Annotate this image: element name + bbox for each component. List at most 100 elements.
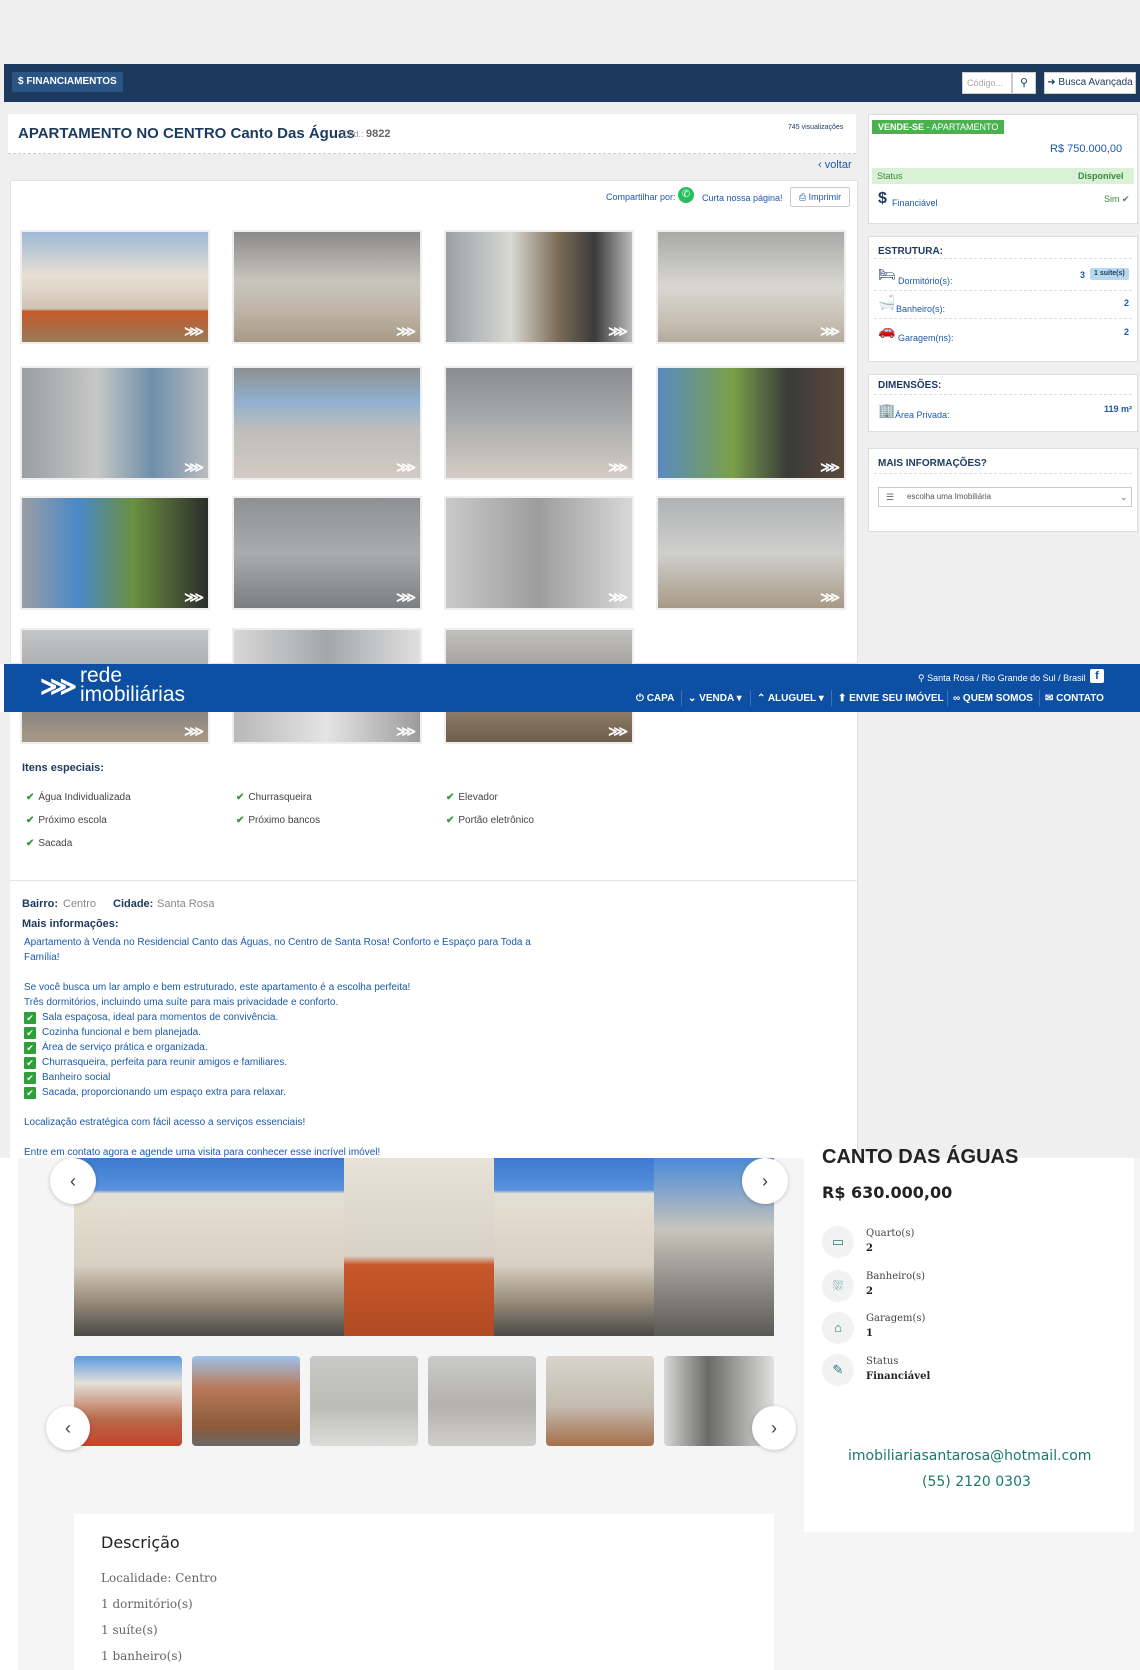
- print-label: Imprimir: [808, 192, 842, 202]
- chevron-right-icon[interactable]: ›: [752, 1406, 796, 1450]
- check-icon: ✔: [26, 792, 35, 803]
- divider: [874, 318, 1132, 319]
- special-item: ✔ Elevador: [446, 792, 498, 803]
- sale-price: R$ 750.000,00: [1050, 143, 1123, 155]
- carousel-thumb[interactable]: [428, 1356, 536, 1446]
- status-value: Disponível: [1078, 171, 1124, 181]
- special-item-label: Portão eletrônico: [458, 815, 534, 826]
- print-button[interactable]: ⎙ Imprimir: [790, 187, 850, 207]
- special-item: ✔ Churrasqueira: [236, 792, 312, 803]
- financiavel-value: Sim ✔: [1104, 194, 1130, 204]
- checkbox-icon: ✔: [24, 1012, 36, 1024]
- status-label: Status: [866, 1356, 899, 1367]
- whatsapp-icon[interactable]: ✆: [678, 187, 694, 203]
- chevron-left-icon[interactable]: ‹: [46, 1406, 90, 1450]
- gallery-photo[interactable]: ⋙: [444, 366, 634, 480]
- logo-mark-icon[interactable]: ⋙: [40, 671, 77, 702]
- imobiliaria-select[interactable]: escolha uma Imobiliária: [878, 487, 1132, 507]
- check-icon: ✔: [26, 815, 35, 826]
- special-item: ✔ Portão eletrônico: [446, 815, 534, 826]
- second-listing-price: R$ 630.000,00: [822, 1183, 953, 1202]
- printer-icon: ⎙: [798, 192, 809, 202]
- expand-icon: ⋙: [396, 723, 416, 739]
- nav-contato[interactable]: ✉ CONTATO: [1045, 693, 1104, 704]
- gallery-photo[interactable]: ⋙: [656, 366, 846, 480]
- share-label: Compartilhar por:: [606, 192, 676, 202]
- logo-text-line2[interactable]: imobiliárias: [80, 684, 185, 706]
- carousel-thumb[interactable]: [546, 1356, 654, 1446]
- nav-venda-label: VENDA ▾: [699, 693, 742, 704]
- description-paragraph: Entre em contato agora e agende uma visi…: [24, 1147, 381, 1158]
- checkbox-icon: ✔: [24, 1072, 36, 1084]
- car-icon: 🚗: [878, 322, 896, 338]
- gallery-photo[interactable]: ⋙: [444, 496, 634, 610]
- gallery-photo[interactable]: [444, 628, 634, 664]
- bed-icon: 🛏: [878, 266, 896, 282]
- gallery-photo[interactable]: ⋙: [20, 366, 210, 480]
- gallery-photo[interactable]: ⋙: [444, 712, 634, 744]
- gallery-photo[interactable]: ⋙: [232, 230, 422, 344]
- description-intro-line2: Família!: [24, 952, 60, 963]
- expand-icon: ⋙: [184, 323, 204, 339]
- busca-avancada-button[interactable]: ➜ Busca Avançada: [1044, 72, 1136, 94]
- description-paragraph: Se você busca um lar amplo e bem estrutu…: [24, 982, 411, 993]
- carousel-thumb[interactable]: [192, 1356, 300, 1446]
- description-check-line: Churrasqueira, perfeita para reunir amig…: [42, 1057, 288, 1068]
- gallery-photo[interactable]: ⋙: [232, 712, 422, 744]
- cidade-label: Cidade:: [113, 898, 154, 910]
- nav-envie-imovel[interactable]: ⬆ ENVIE SEU IMÓVEL: [838, 693, 944, 704]
- divider: [874, 394, 1132, 395]
- bairro-value: Centro: [63, 898, 97, 910]
- search-icon[interactable]: ⚲: [1012, 72, 1036, 94]
- expand-icon: ⋙: [608, 459, 628, 475]
- nav-venda[interactable]: ⌄ VENDA ▾: [688, 693, 742, 704]
- special-items-heading: Itens especiais:: [22, 762, 104, 774]
- gallery-photo[interactable]: ⋙: [232, 366, 422, 480]
- like-page-link[interactable]: Curta nossa página!: [702, 193, 783, 203]
- special-item: ✔ Água Individualizada: [26, 792, 131, 803]
- chevron-down-icon: ⌄: [1120, 492, 1128, 502]
- gallery-photo[interactable]: ⋙: [20, 230, 210, 344]
- dollar-icon: $: [878, 190, 887, 207]
- chevron-left-icon[interactable]: ‹: [50, 1158, 96, 1204]
- power-icon: ⏻: [636, 693, 644, 704]
- nav-separator: [750, 690, 751, 706]
- gallery-photo[interactable]: [20, 628, 210, 664]
- carousel-thumb[interactable]: [310, 1356, 418, 1446]
- codigo-search-input[interactable]: Código...: [962, 72, 1012, 94]
- main-photo[interactable]: [74, 1158, 774, 1336]
- suite-badge: 1 suíte(s): [1090, 268, 1129, 280]
- special-item: ✔ Sacada: [26, 838, 72, 849]
- gallery-photo[interactable]: ⋙: [656, 230, 846, 344]
- dormitorios-value: 3: [1080, 270, 1086, 280]
- garagem-label: Garagem(s): [866, 1313, 926, 1324]
- contact-email[interactable]: imobiliariasantarosa@hotmail.com: [848, 1448, 1091, 1464]
- description-check-line: Cozinha funcional e bem planejada.: [42, 1027, 201, 1038]
- nav-quem-somos[interactable]: ∞ QUEM SOMOS: [953, 693, 1033, 704]
- sidebar-background: [856, 712, 1140, 1158]
- description-item: 1 dormitório(s): [101, 1597, 193, 1611]
- check-icon: ✔: [446, 792, 455, 803]
- back-link[interactable]: ‹ voltar: [818, 159, 852, 171]
- expand-icon: ⋙: [820, 589, 840, 605]
- code-value: 9822: [366, 128, 391, 140]
- nav-aluguel[interactable]: ⌃ ALUGUEL ▾: [757, 693, 824, 704]
- gallery-photo[interactable]: ⋙: [232, 496, 422, 610]
- gallery-photo[interactable]: [232, 628, 422, 664]
- facebook-icon[interactable]: f: [1090, 669, 1104, 683]
- quarto-label: Quarto(s): [866, 1228, 915, 1239]
- gallery-photo[interactable]: ⋙: [656, 496, 846, 610]
- garagem-value: 1: [866, 1328, 873, 1339]
- gallery-photo[interactable]: ⋙: [444, 230, 634, 344]
- nav-capa[interactable]: ⏻ CAPA: [636, 693, 674, 704]
- gallery-photo[interactable]: ⋙: [20, 496, 210, 610]
- gallery-photo[interactable]: ⋙: [20, 712, 210, 744]
- upload-icon: ⬆: [838, 693, 847, 704]
- financiamentos-button[interactable]: $ FINANCIAMENTOS: [12, 72, 123, 92]
- banheiro-value: 2: [866, 1286, 873, 1297]
- nav-separator: [947, 690, 948, 706]
- chevron-right-icon[interactable]: ›: [742, 1158, 788, 1204]
- carousel-thumb[interactable]: [74, 1356, 182, 1446]
- contact-phone[interactable]: (55) 2120 0303: [922, 1474, 1031, 1490]
- sale-type-badge: VENDE-SE - APARTAMENTO: [872, 120, 1005, 134]
